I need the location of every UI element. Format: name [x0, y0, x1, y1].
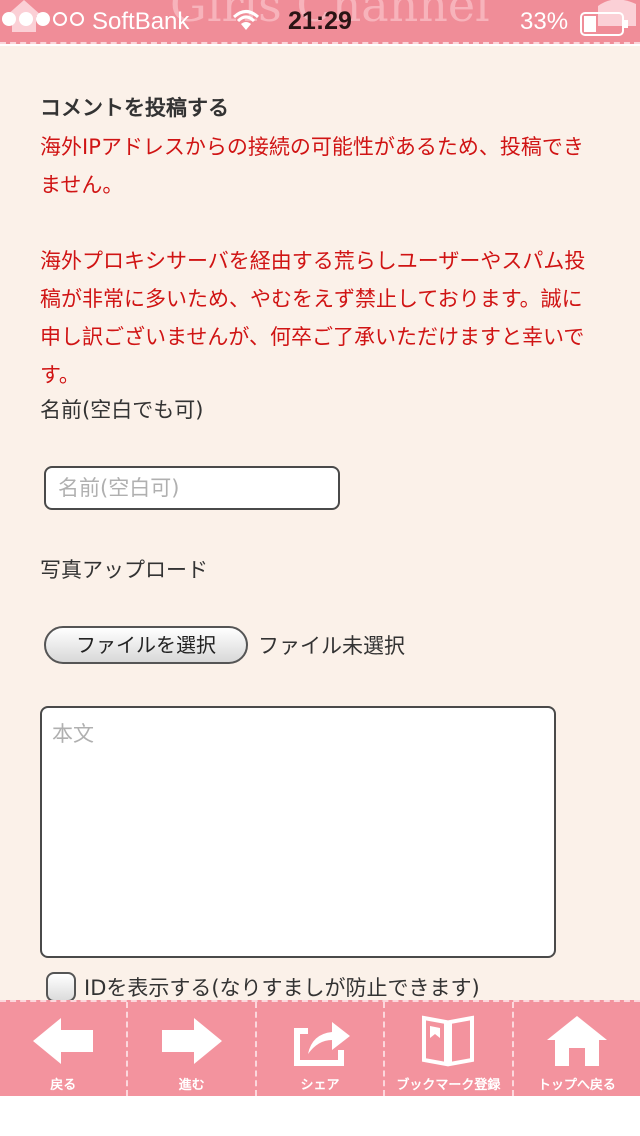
top-label: トップへ戻る: [537, 1078, 616, 1093]
back-button[interactable]: 戻る: [0, 1002, 126, 1096]
foreign-ip-warning: 海外IPアドレスからの接続の可能性があるため、投稿できません。 海外プロキシサー…: [40, 128, 600, 394]
arrow-left-icon: [33, 1018, 94, 1064]
back-label: 戻る: [50, 1078, 77, 1093]
top-button[interactable]: トップへ戻る: [511, 1002, 640, 1096]
name-input[interactable]: [44, 466, 340, 510]
forward-label: 進む: [178, 1078, 205, 1093]
bookmark-label: ブックマーク登録: [396, 1078, 501, 1093]
battery-icon: [580, 12, 628, 36]
bookmark-button[interactable]: ブックマーク登録: [383, 1002, 511, 1096]
share-icon: [294, 1022, 351, 1066]
share-button[interactable]: シェア: [254, 1002, 383, 1096]
arrow-right-icon: [161, 1018, 222, 1064]
photo-upload-label: 写真アップロード: [40, 558, 208, 582]
show-id-checkbox[interactable]: [46, 972, 76, 1002]
comment-form: コメントを投稿する 海外IPアドレスからの接続の可能性があるため、投稿できません…: [0, 46, 640, 1002]
warning-text-2: 海外プロキシサーバを経由する荒らしユーザーやスパム投稿が非常に多いため、やむをえ…: [40, 249, 586, 387]
show-id-label: IDを表示する(なりすましが防止できます): [84, 976, 480, 1000]
book-icon: [422, 1015, 475, 1067]
status-bar: Girls Channel SoftBank 21:29 33%: [0, 0, 640, 44]
choose-file-button[interactable]: ファイルを選択: [44, 626, 248, 664]
comment-body-textarea[interactable]: [40, 706, 556, 958]
bottom-toolbar: 戻る 進む シェア ブックマーク登録 トップへ戻る: [0, 1000, 640, 1096]
forward-button[interactable]: 進む: [126, 1002, 254, 1096]
battery-percentage: 33%: [520, 8, 569, 35]
home-icon: [546, 1016, 607, 1066]
warning-text-1: 海外IPアドレスからの接続の可能性があるため、投稿できません。: [40, 135, 584, 197]
bottom-spacer: [0, 1096, 640, 1136]
file-status: ファイル未選択: [258, 634, 405, 658]
name-label: 名前(空白でも可): [40, 398, 204, 422]
form-title: コメントを投稿する: [40, 96, 229, 120]
share-label: シェア: [300, 1078, 340, 1093]
